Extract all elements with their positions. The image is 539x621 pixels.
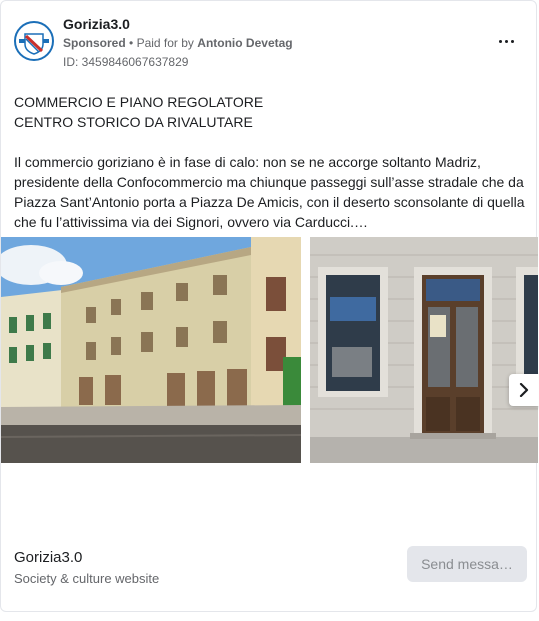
- carousel-image-building[interactable]: [1, 237, 301, 463]
- post-body: COMMERCIO E PIANO REGOLATORE CENTRO STOR…: [14, 92, 529, 232]
- sponsored-line: Sponsored • Paid for by Antonio Devetag: [63, 36, 293, 50]
- sponsored-label: Sponsored: [63, 36, 126, 50]
- paid-for-prefix: Paid for by: [136, 36, 194, 50]
- paid-for-name[interactable]: Antonio Devetag: [197, 36, 292, 50]
- separator-dot: •: [129, 36, 134, 50]
- post-paragraph: Il commercio goriziano è in fase di calo…: [14, 154, 525, 230]
- carousel-next-button[interactable]: [509, 374, 539, 406]
- headline-line-2: CENTRO STORICO DA RIVALUTARE: [14, 114, 253, 130]
- footer-page-name[interactable]: Gorizia3.0: [14, 549, 82, 566]
- ad-id: ID: 3459846067637829: [63, 55, 189, 69]
- more-options-icon[interactable]: [493, 29, 521, 53]
- page-avatar[interactable]: [14, 21, 54, 61]
- send-message-button[interactable]: Send messa…: [407, 546, 527, 582]
- chevron-right-icon: [519, 383, 529, 397]
- headline-line-1: COMMERCIO E PIANO REGOLATORE: [14, 94, 264, 110]
- ad-card: Gorizia3.0 Sponsored • Paid for by Anton…: [0, 0, 539, 612]
- image-carousel: [1, 237, 538, 463]
- page-name[interactable]: Gorizia3.0: [63, 16, 130, 32]
- carousel-image-storefront[interactable]: [310, 237, 538, 463]
- gorizia-logo-icon: [17, 24, 51, 58]
- footer-category: Society & culture website: [14, 571, 160, 586]
